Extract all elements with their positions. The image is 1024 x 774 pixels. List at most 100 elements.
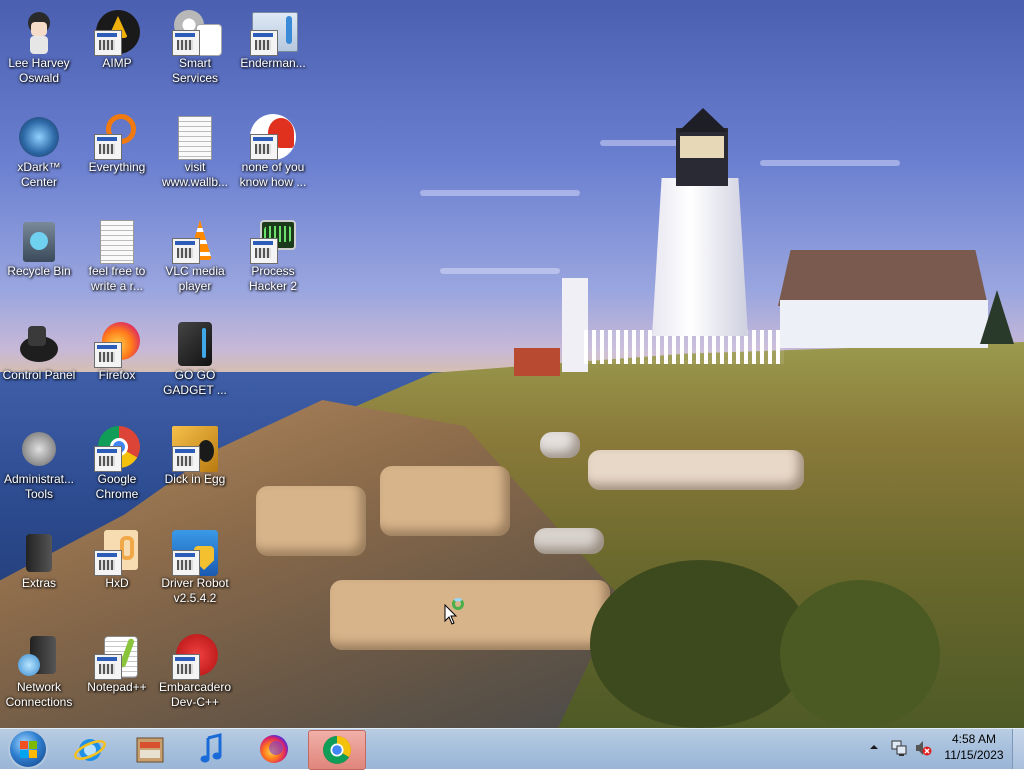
desktop-icon-control-panel[interactable]: Control Panel <box>0 316 78 416</box>
taskbar-media-center[interactable] <box>122 730 178 768</box>
desktop-icon-recycle-bin[interactable]: Recycle Bin <box>0 212 78 312</box>
show-hidden-icons-icon[interactable] <box>868 741 880 753</box>
desktop-icon-google-chrome[interactable]: Google Chrome <box>78 420 156 520</box>
desktop-icon-label: Enderman... <box>240 56 306 70</box>
rock <box>534 528 604 554</box>
black-device-icon <box>172 322 218 368</box>
admin-tools-icon <box>16 426 62 472</box>
desktop[interactable]: Lee Harvey Oswald xDark™ Center Recycle … <box>0 0 1024 728</box>
vlc-cone-icon <box>172 218 218 264</box>
rock <box>588 450 804 490</box>
firefox-icon <box>94 322 140 368</box>
network-icon <box>16 634 62 680</box>
taskbar-internet-explorer[interactable] <box>62 730 118 768</box>
desktop-icon-network-connections[interactable]: Network Connections <box>0 628 78 728</box>
desktop-icon-label: Dick in Egg <box>164 472 226 486</box>
chrome-icon <box>323 736 351 764</box>
rock <box>330 580 610 650</box>
window-icon <box>250 10 298 56</box>
orb-icon <box>16 114 62 160</box>
hxd-icon <box>94 530 140 576</box>
desktop-icon-feel-free[interactable]: feel free to write a r... <box>78 212 156 312</box>
clock-time: 4:58 AM <box>951 732 997 746</box>
egg-app-icon <box>172 426 218 472</box>
desktop-icon-label: Firefox <box>98 368 136 382</box>
desktop-icon-process-hacker-2[interactable]: Process Hacker 2 <box>234 212 312 312</box>
desktop-icon-notepad-plus-plus[interactable]: Notepad++ <box>78 628 156 728</box>
desktop-icon-label: Control Panel <box>2 368 76 382</box>
desktop-icon-lee-harvey-oswald[interactable]: Lee Harvey Oswald <box>0 4 78 104</box>
desktop-icon-label: Lee Harvey Oswald <box>8 56 70 85</box>
desktop-icon-smart-services[interactable]: Smart Services <box>156 4 234 104</box>
cloud <box>760 160 900 166</box>
taskbar-firefox[interactable] <box>246 730 302 768</box>
desktop-icon-label: Google Chrome <box>95 472 139 501</box>
house <box>780 300 988 348</box>
lantern-roof <box>678 108 728 132</box>
chrome-icon <box>94 426 140 472</box>
desktop-icon-enderman[interactable]: Enderman... <box>234 4 312 104</box>
house-roof <box>778 250 988 306</box>
desktop-icon-label: feel free to write a r... <box>88 264 146 293</box>
desktop-icon-vlc-media-player[interactable]: VLC media player <box>156 212 234 312</box>
volume-muted-icon[interactable] <box>914 739 932 757</box>
anime-avatar-icon <box>16 10 62 56</box>
bush <box>590 560 810 728</box>
desktop-icon-label: Recycle Bin <box>7 264 71 278</box>
desktop-icon-dick-in-egg[interactable]: Dick in Egg <box>156 420 234 520</box>
taskbar-chrome-active[interactable] <box>308 730 366 770</box>
start-button[interactable] <box>4 729 50 769</box>
recycle-bin-icon <box>16 218 62 264</box>
desktop-icon-none-of-you[interactable]: none of you know how ... <box>234 108 312 208</box>
desktop-icon-label: Process Hacker 2 <box>248 264 298 293</box>
taskbar: 4:58 AM 11/15/2023 <box>0 728 1024 770</box>
desktop-icon-embarcadero-dev-cpp[interactable]: Embarcadero Dev-C++ <box>156 628 234 728</box>
desktop-icon-everything[interactable]: Everything <box>78 108 156 208</box>
desktop-icon-firefox[interactable]: Firefox <box>78 316 156 416</box>
taskbar-music[interactable] <box>184 730 240 768</box>
clock[interactable]: 4:58 AM 11/15/2023 <box>936 731 1012 763</box>
desktop-icon-label: HxD <box>105 576 129 590</box>
desktop-icon-label: Network Connections <box>5 680 73 709</box>
cloud <box>420 190 580 196</box>
desktop-icon-label: visit www.wallb... <box>161 160 229 189</box>
bush <box>780 580 940 728</box>
clock-date: 11/15/2023 <box>944 748 1004 762</box>
shield-icon <box>172 530 218 576</box>
red-shed <box>514 348 560 376</box>
desktop-icon-driver-robot[interactable]: Driver Robot v2.5.4.2 <box>156 524 234 624</box>
desktop-icon-label: GO GO GADGET ... <box>163 368 227 397</box>
network-status-icon[interactable] <box>890 739 908 757</box>
desktop-icon-visit-wallb[interactable]: visit www.wallb... <box>156 108 234 208</box>
desktop-icon-go-go-gadget[interactable]: GO GO GADGET ... <box>156 316 234 416</box>
desktop-icon-hxd[interactable]: HxD <box>78 524 156 624</box>
devcpp-icon <box>172 634 218 680</box>
busy-spinner-icon <box>452 598 464 610</box>
desktop-icon-label: Notepad++ <box>87 680 147 694</box>
aimp-icon <box>94 10 140 56</box>
extras-icon <box>16 530 62 576</box>
desktop-icon-label: Everything <box>88 160 146 174</box>
desktop-icon-administrative-tools[interactable]: Administrat... Tools <box>0 420 78 520</box>
firefox-icon <box>260 735 288 763</box>
rock <box>256 486 366 556</box>
desktop-icon-extras[interactable]: Extras <box>0 524 78 624</box>
rock <box>540 432 580 458</box>
text-document-icon <box>172 114 218 160</box>
desktop-icon-label: xDark™ Center <box>17 160 61 189</box>
show-desktop-button[interactable] <box>1012 729 1024 769</box>
system-tray <box>866 729 936 769</box>
windows-logo-icon <box>10 731 46 767</box>
desktop-icon-aimp[interactable]: AIMP <box>78 4 156 104</box>
control-panel-icon <box>16 322 62 368</box>
red-logo-icon <box>250 114 296 160</box>
desktop-icon-label: VLC media player <box>165 264 225 293</box>
search-icon <box>94 114 140 160</box>
gears-icon <box>172 10 222 56</box>
internet-explorer-icon <box>74 739 106 761</box>
lighthouse <box>652 178 748 336</box>
rock <box>380 466 510 536</box>
text-document-icon <box>94 218 140 264</box>
desktop-icon-xdark-center[interactable]: xDark™ Center <box>0 108 78 208</box>
cloud <box>440 268 560 274</box>
